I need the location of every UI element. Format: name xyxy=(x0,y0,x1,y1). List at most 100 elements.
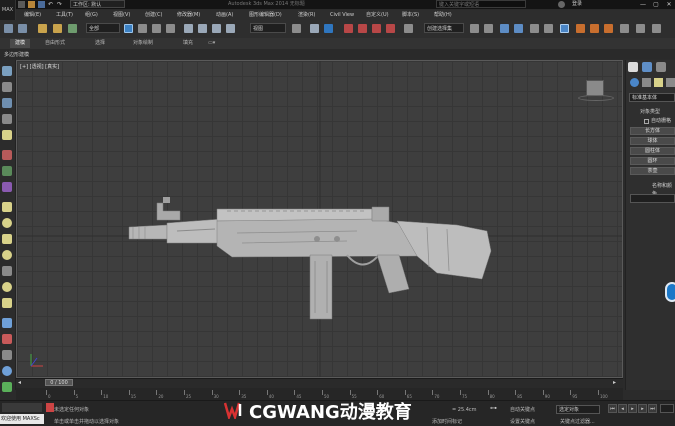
bind-space-warp-icon[interactable] xyxy=(68,24,77,33)
helper-icon[interactable] xyxy=(2,366,12,376)
unlink-icon[interactable] xyxy=(53,24,62,33)
new-file-icon[interactable] xyxy=(18,1,25,8)
layer-explorer-icon[interactable] xyxy=(2,98,12,108)
create-tab-icon[interactable] xyxy=(628,62,638,72)
select-filter-icon[interactable] xyxy=(2,150,12,160)
tab-populate[interactable]: 填充 xyxy=(178,39,198,48)
menu-animation[interactable]: 动画(A) xyxy=(216,10,233,20)
named-selection-set-dropdown[interactable]: 创建选择集 xyxy=(424,23,464,33)
undo-toolbar-icon[interactable] xyxy=(4,24,13,33)
torus-button[interactable]: 圆环 xyxy=(630,157,675,165)
cone-primitive-icon[interactable] xyxy=(2,266,12,276)
layer-manager-icon[interactable] xyxy=(500,24,509,33)
key-filters-button[interactable]: 关键点过滤器... xyxy=(560,418,595,425)
box-button[interactable]: 长方体 xyxy=(630,127,675,135)
utility-icon[interactable] xyxy=(2,182,12,192)
select-scale-icon[interactable] xyxy=(212,24,221,33)
render-iterative-icon[interactable] xyxy=(620,24,629,33)
menu-group[interactable]: 组(G) xyxy=(85,10,98,20)
time-slider-prev-icon[interactable]: ◂ xyxy=(18,379,26,386)
navigation-wheel-button[interactable] xyxy=(665,282,675,302)
graphite-toolbar-icon[interactable] xyxy=(514,24,523,33)
redo-icon[interactable]: ↷ xyxy=(57,1,64,8)
spinner-snap-icon[interactable] xyxy=(386,24,395,33)
activeshade-icon[interactable] xyxy=(636,24,645,33)
reference-coordinate-dropdown[interactable]: 视图 xyxy=(250,23,286,33)
percent-snap-icon[interactable] xyxy=(372,24,381,33)
brush-icon[interactable] xyxy=(2,166,12,176)
display-panel-icon[interactable] xyxy=(2,114,12,124)
menu-customize[interactable]: 自定义(U) xyxy=(366,10,389,20)
next-frame-icon[interactable]: ▸ xyxy=(638,404,647,413)
modify-tab-icon[interactable] xyxy=(642,62,652,72)
menu-create[interactable]: 创建(C) xyxy=(145,10,162,20)
menu-edit[interactable]: 编辑(E) xyxy=(24,10,41,20)
box-primitive-icon[interactable] xyxy=(2,202,12,212)
set-key-button[interactable]: 设置关键点 xyxy=(510,418,535,425)
teapot-button[interactable]: 茶壶 xyxy=(630,167,675,175)
go-to-start-icon[interactable]: ⏮ xyxy=(608,404,617,413)
current-frame-input[interactable] xyxy=(660,404,674,413)
object-name-input[interactable] xyxy=(630,194,675,203)
pivot-center-icon[interactable] xyxy=(292,24,301,33)
modifier-icon[interactable] xyxy=(2,334,12,344)
menu-tools[interactable]: 工具(T) xyxy=(56,10,73,20)
render-production-icon[interactable] xyxy=(604,24,613,33)
tab-freeform[interactable]: 自由形式 xyxy=(40,39,70,48)
curve-editor-icon[interactable] xyxy=(530,24,539,33)
scene-explorer-icon[interactable] xyxy=(2,82,12,92)
snaps-toggle-icon[interactable] xyxy=(344,24,353,33)
go-to-end-icon[interactable]: ⏭ xyxy=(648,404,657,413)
minimize-button[interactable]: — xyxy=(637,0,649,9)
torus-primitive-icon[interactable] xyxy=(2,250,12,260)
keyboard-shortcut-icon[interactable] xyxy=(324,24,333,33)
close-button[interactable]: ✕ xyxy=(663,0,675,9)
menu-help[interactable]: 帮助(H) xyxy=(434,10,452,20)
shapes-icon[interactable] xyxy=(642,78,651,87)
container-explorer-icon[interactable] xyxy=(2,66,12,76)
previous-frame-icon[interactable]: ◂ xyxy=(618,404,627,413)
select-object-icon[interactable] xyxy=(124,24,133,33)
select-place-icon[interactable] xyxy=(226,24,235,33)
open-file-icon[interactable] xyxy=(28,1,35,8)
autogrid-checkbox[interactable] xyxy=(644,119,649,124)
window-crossing-icon[interactable] xyxy=(166,24,175,33)
edit-named-selection-icon[interactable] xyxy=(404,24,413,33)
menu-modifiers[interactable]: 修改器(M) xyxy=(177,10,200,20)
name-color-heading[interactable]: 名称和颜色 xyxy=(652,182,675,197)
cylinder-primitive-icon[interactable] xyxy=(2,234,12,244)
rendered-frame-window-icon[interactable] xyxy=(590,24,599,33)
undo-icon[interactable]: ↶ xyxy=(48,1,55,8)
mirror-icon[interactable] xyxy=(470,24,479,33)
hierarchy-tab-icon[interactable] xyxy=(656,62,666,72)
add-time-tag-button[interactable]: 添加时间标记 xyxy=(432,418,462,425)
geometry-icon[interactable] xyxy=(630,78,639,87)
workspace-dropdown[interactable]: 工作区: 默认 xyxy=(70,0,125,8)
render-setup-icon[interactable] xyxy=(576,24,585,33)
ribbon-options-icon[interactable]: ▭▾ xyxy=(208,40,220,47)
menu-civil-view[interactable]: Civil View xyxy=(330,10,354,20)
cylinder-button[interactable]: 圆柱体 xyxy=(630,147,675,155)
selection-region-icon[interactable] xyxy=(152,24,161,33)
time-slider-next-icon[interactable]: ▸ xyxy=(613,379,621,386)
menu-scripting[interactable]: 脚本(S) xyxy=(402,10,419,20)
lights-icon[interactable] xyxy=(654,78,663,87)
rifle-model[interactable] xyxy=(17,61,623,378)
primitive-category-dropdown[interactable]: 标准基本体 xyxy=(629,93,675,102)
key-mode-dropdown[interactable]: 选定对象 xyxy=(556,405,600,414)
object-type-heading[interactable]: 对象类型 xyxy=(640,108,660,116)
tab-modeling[interactable]: 建模 xyxy=(10,39,31,48)
auto-key-button[interactable]: 自动关键点 xyxy=(510,406,535,413)
manipulate-icon[interactable] xyxy=(310,24,319,33)
viewport-label[interactable]: [+] [透视] [真实] xyxy=(20,63,59,70)
redo-toolbar-icon[interactable] xyxy=(18,24,27,33)
key-icon[interactable]: ⊶ xyxy=(490,404,504,413)
menu-views[interactable]: 视图(V) xyxy=(113,10,130,20)
save-file-icon[interactable] xyxy=(38,1,45,8)
perspective-viewport[interactable] xyxy=(16,60,623,378)
angle-snap-icon[interactable] xyxy=(358,24,367,33)
maximize-button[interactable]: ▢ xyxy=(650,0,662,9)
search-input[interactable]: 键入关键字或短语 xyxy=(436,0,526,8)
sphere-primitive-icon[interactable] xyxy=(2,218,12,228)
camera-icon[interactable] xyxy=(2,350,12,360)
